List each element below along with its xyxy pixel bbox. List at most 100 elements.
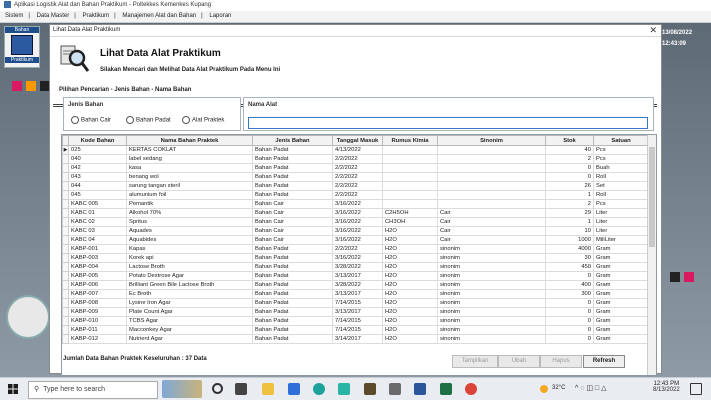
table-cell: H2O [382, 334, 438, 344]
table-row[interactable]: KABP-007 Ec Broth Bahan Padat 3/13/2017 H2O s… [62, 289, 649, 299]
table-row[interactable]: 044 sarung tangan steril Bahan Padat 2/2/20… [62, 181, 649, 191]
table-cell: sinonim [437, 253, 546, 263]
refresh-button[interactable]: Refresh [583, 355, 625, 368]
table-cell: Liter [593, 226, 649, 236]
table-cell: 2/2/2022 [332, 244, 383, 254]
column-header[interactable]: Jenis Bahan [252, 135, 333, 146]
table-row[interactable]: KABP-008 Lysine Iron Agar Bahan Padat 7/14/… [62, 298, 649, 308]
logistik-app-icon[interactable] [389, 383, 401, 395]
notification-icon[interactable] [690, 383, 702, 395]
menu-data-master[interactable]: Data Master [37, 13, 70, 19]
table-row[interactable]: KABP-011 Macconkey Agar Bahan Padat 7/14/20… [62, 325, 649, 335]
table-cell: 1 [545, 217, 594, 227]
decor-square [684, 272, 694, 282]
table-cell: 3/28/2022 [332, 262, 383, 272]
file-explorer-icon[interactable] [262, 383, 274, 395]
table-row[interactable]: KABP-006 Brilliant Green Bile Lactose Bro… [62, 280, 649, 290]
word-icon[interactable] [414, 383, 426, 395]
ubah-button[interactable]: Ubah [498, 355, 540, 368]
column-header[interactable]: Nama Bahan Praktek [126, 135, 253, 146]
table-cell [437, 199, 546, 209]
column-header[interactable]: Satuan [593, 135, 649, 146]
table-cell: 0 [545, 298, 594, 308]
column-header[interactable]: Sinonim [437, 135, 546, 146]
table-row[interactable]: 040 label sedang Bahan Padat 2/2/2022 2 Pcs [62, 154, 649, 164]
excel-icon[interactable] [440, 383, 452, 395]
table-cell: alumunium foil [126, 190, 253, 200]
menu-sistem[interactable]: Sistem [5, 13, 23, 19]
table-row[interactable]: KABC 03 Aquades Bahan Cair 3/16/2022 H2O Cair… [62, 226, 649, 236]
table-cell: H2O [382, 262, 438, 272]
launcher-bahan-praktikum[interactable]: Bahan Praktikum [4, 26, 40, 68]
scrollbar-thumb[interactable] [649, 147, 655, 247]
table-cell: Pemantik [126, 199, 253, 209]
table-cell: KABC 005 [68, 199, 127, 209]
windows-start-icon[interactable] [8, 384, 18, 394]
radio-label: Bahan Padat [136, 117, 171, 124]
column-header[interactable]: Tanggal Masuk [332, 135, 383, 146]
radio-bahan-cair[interactable]: Bahan Cair [71, 116, 111, 124]
close-icon[interactable]: ✕ [649, 25, 657, 36]
radio-alat-praktek[interactable]: Alat Praktek [182, 116, 224, 124]
table-row[interactable]: KABP-012 Nutrient Agar Bahan Padat 3/14/201… [62, 334, 649, 344]
table-row[interactable]: 043 benang wol Bahan Padat 2/2/2022 0 Roll [62, 172, 649, 182]
table-cell: 3/14/2017 [332, 334, 383, 344]
table-row[interactable]: KABP-009 Plate Count Agar Bahan Padat 3/13/… [62, 307, 649, 317]
table-cell: 300 [545, 289, 594, 299]
table-cell: KABP-004 [68, 262, 127, 272]
table-row[interactable]: KABP-003 Korek api Bahan Padat 3/16/2022 H2O… [62, 253, 649, 263]
taskbar-widget-image[interactable] [162, 380, 202, 398]
table-row[interactable]: 045 alumunium foil Bahan Padat 2/2/2022 1 Rol… [62, 190, 649, 200]
tray-icons[interactable]: ^ ◌ ◫ □ △ [575, 384, 606, 392]
table-row[interactable]: KABP-004 Lactose Broth Bahan Padat 3/28/202… [62, 262, 649, 272]
taskbar-search[interactable]: ⚲ Type here to search [28, 381, 158, 399]
menu-laporan[interactable]: Laporan [209, 13, 231, 19]
table-cell: 30 [545, 253, 594, 263]
mail-icon[interactable] [288, 383, 300, 395]
edge-icon[interactable] [313, 383, 325, 395]
nama-alat-input[interactable] [248, 117, 648, 129]
taskbar-clock[interactable]: 12:43 PM 8/13/2022 [653, 381, 680, 393]
table-cell: 025 [68, 145, 127, 155]
data-grid[interactable]: Kode Bahan Nama Bahan Praktek Jenis Baha… [61, 134, 657, 376]
table-cell: Gram [593, 307, 649, 317]
table-row[interactable]: KABC 04 Aquabides Bahan Cair 3/16/2022 H2O Ca… [62, 235, 649, 245]
column-header[interactable]: Rumus Kimia [382, 135, 438, 146]
column-header[interactable]: Stok [545, 135, 594, 146]
table-row[interactable]: KABC 02 Spritus Bahan Cair 3/16/2022 CH3OH Ca… [62, 217, 649, 227]
store-icon[interactable] [338, 383, 350, 395]
table-cell [382, 181, 438, 191]
menu-manajemen[interactable]: Manajemen Alat dan Bahan [122, 13, 196, 19]
menu-praktikum[interactable]: Praktikum [83, 13, 110, 19]
table-row[interactable]: KABC 005 Pemantik Bahan Cair 3/16/2022 2 Pcs [62, 199, 649, 209]
table-cell: Gram [593, 271, 649, 281]
table-cell: Bahan Padat [252, 190, 333, 200]
app-menu-bar: Sistem | Data Master | Praktikum | Manajeme… [0, 11, 711, 23]
table-cell [382, 190, 438, 200]
column-header[interactable]: Kode Bahan [68, 135, 127, 146]
table-row[interactable]: KABP-001 Kapas Bahan Padat 2/2/2022 H2O sinon… [62, 244, 649, 254]
tampilkan-button[interactable]: Tampilkan [452, 355, 498, 368]
weather-temp[interactable]: 32°C [552, 385, 565, 391]
table-cell: Gram [593, 325, 649, 335]
table-cell: 3/16/2022 [332, 253, 383, 263]
table-row[interactable]: ▶ 025 KERTAS COKLAT Bahan Padat 4/13/2022 40 P… [62, 145, 649, 155]
hapus-button[interactable]: Hapus [540, 355, 582, 368]
grid-vertical-scrollbar[interactable] [647, 135, 656, 375]
table-cell: 3/13/2017 [332, 307, 383, 317]
app-icon-generic[interactable] [364, 383, 376, 395]
table-row[interactable]: 042 kasa Bahan Padat 2/2/2022 0 Buah [62, 163, 649, 173]
task-view-icon[interactable] [212, 383, 223, 394]
table-row[interactable]: KABP-010 TCBS Agar Bahan Padat 7/14/2015 H2O… [62, 316, 649, 326]
chrome-icon[interactable] [465, 383, 477, 395]
nama-alat-label: Nama Alat [248, 102, 278, 108]
table-cell: 040 [68, 154, 127, 164]
table-cell: Liter [593, 217, 649, 227]
radio-bahan-padat[interactable]: Bahan Padat [126, 116, 171, 124]
table-row[interactable]: KABC 01 Alkohol 70% Bahan Cair 3/16/2022 C2H… [62, 208, 649, 218]
weather-icon [540, 385, 548, 393]
table-row[interactable]: KABP-005 Potato Dextrose Agar Bahan Padat 3… [62, 271, 649, 281]
widgets-icon[interactable] [235, 383, 247, 395]
table-cell: sinonim [437, 325, 546, 335]
launcher-header: Bahan [5, 27, 39, 33]
